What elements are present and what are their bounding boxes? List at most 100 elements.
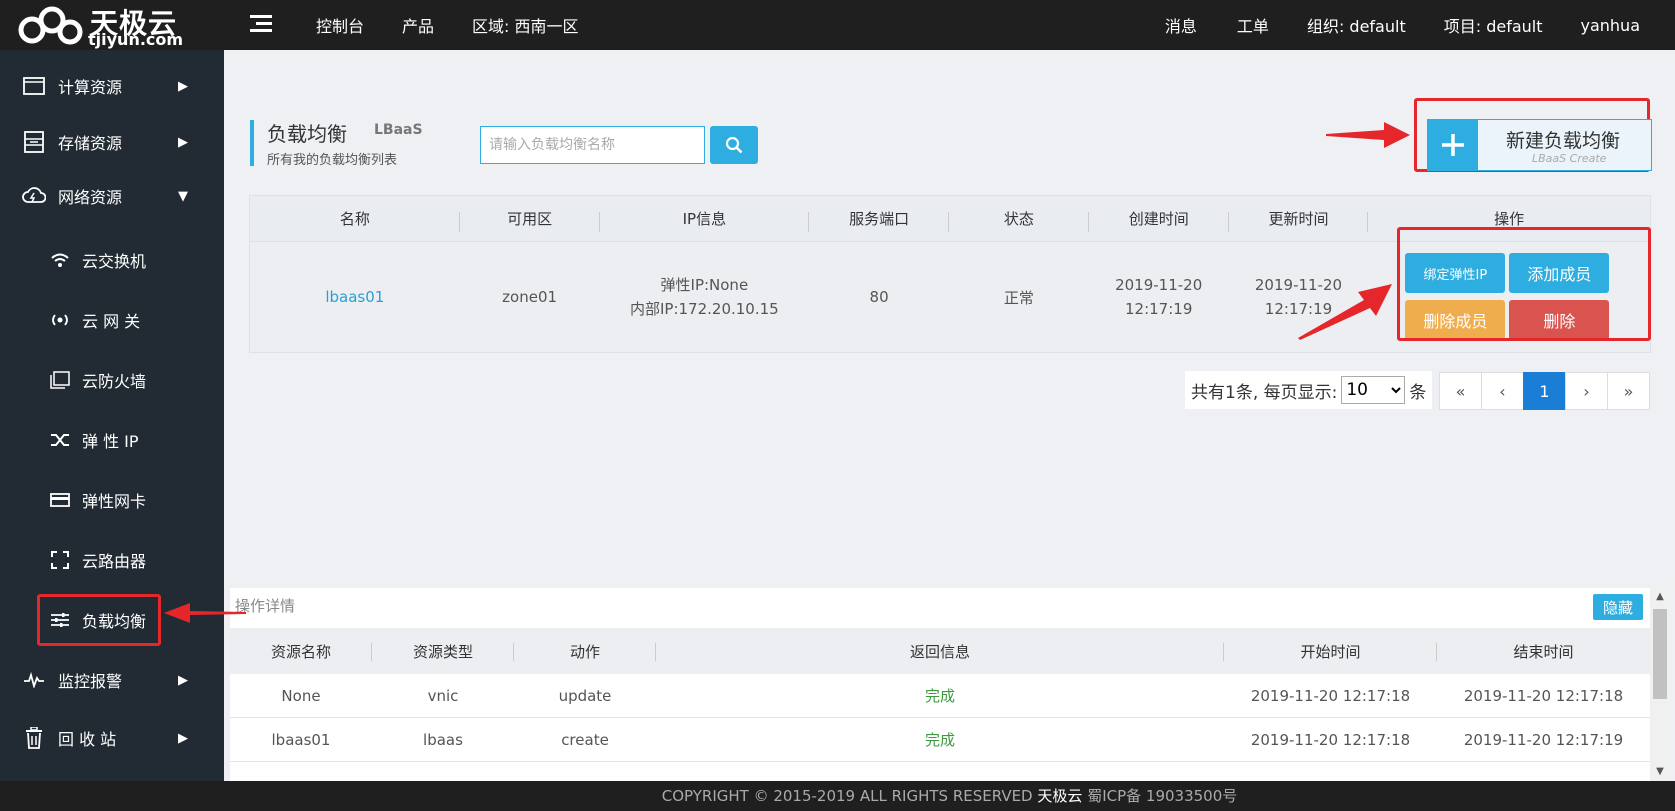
chevron-down-icon: ▼ (178, 188, 188, 204)
column-header: 结束时间 (1513, 642, 1574, 661)
sidebar-item-label: 网络资源 (58, 188, 123, 207)
chevron-right-icon: ▶ (178, 672, 188, 688)
lb-name-link[interactable]: lbaas01 (325, 288, 384, 306)
operation-details-panel: 操作详情 隐藏 资源名称 资源类型 动作 返回信息 开始时间 结束时间 None… (230, 588, 1650, 781)
trash-icon (22, 726, 46, 750)
end-time: 2019-11-20 12:17:18 (1463, 686, 1624, 705)
column-header: 名称 (250, 208, 460, 232)
chevron-right-icon: ▶ (178, 730, 188, 746)
menu-toggle-icon[interactable] (250, 15, 272, 33)
sidebar-item-router[interactable]: 云路由器 (0, 532, 224, 588)
end-time: 2019-11-20 12:17:19 (1463, 730, 1624, 749)
create-button-sublabel: LBaaS Create (1532, 152, 1607, 165)
page-size-select[interactable]: 10 (1341, 376, 1406, 404)
title-accent-bar (250, 120, 254, 166)
nav-region[interactable]: 区域: 西南一区 (472, 13, 578, 37)
lb-eip: 弹性IP:None (660, 276, 749, 294)
created-date: 2019-11-20 (1115, 276, 1203, 294)
sidebar-item-switch[interactable]: 云交换机 (0, 232, 224, 288)
annotation-arrow-icon (1326, 122, 1410, 148)
nav-console[interactable]: 控制台 (316, 13, 364, 37)
pagination: « ‹ 1 › » (1439, 372, 1650, 410)
resource-action: create (561, 730, 609, 749)
resource-type: lbaas (423, 730, 463, 749)
annotation-arrow-icon (164, 603, 246, 623)
column-header: 开始时间 (1224, 641, 1437, 662)
scroll-down-icon[interactable]: ▼ (1650, 763, 1670, 781)
footer: COPYRIGHT © 2015-2019 ALL RIGHTS RESERVE… (0, 781, 1675, 811)
column-header: 更新时间 (1229, 208, 1369, 232)
sidebar-item-label: 云 网 关 (82, 312, 141, 331)
nav-products[interactable]: 产品 (402, 13, 434, 37)
shuffle-icon (48, 428, 72, 452)
nav-tickets[interactable]: 工单 (1237, 13, 1269, 37)
logo[interactable]: 天极云 tjiyun.com (18, 2, 184, 49)
footer-copyright: COPYRIGHT © 2015-2019 ALL RIGHTS RESERVE… (661, 787, 1033, 805)
footer-brand: 天极云 (1037, 787, 1083, 805)
table-row: lbaas01 lbaas create 完成 2019-11-20 12:17… (230, 718, 1650, 762)
lb-created-time: 2019-11-20 12:17:19 (1089, 273, 1229, 321)
sidebar-item-eip[interactable]: 弹 性 IP (0, 412, 224, 468)
prev-page-button[interactable]: ‹ (1481, 372, 1524, 410)
sidebar-item-label: 弹性网卡 (82, 492, 147, 511)
lb-port: 80 (869, 288, 889, 306)
main-content: 负载均衡 LBaaS 所有我的负载均衡列表 新建负载均衡 LBaaS Creat… (164, 50, 1675, 781)
storage-icon (22, 130, 46, 154)
sidebar-item-compute[interactable]: 计算资源 ▶ (0, 58, 224, 114)
logo-domain-text: tjiyun.com (88, 30, 184, 49)
sidebar-item-label: 监控报警 (58, 672, 123, 691)
sidebar-item-label: 云路由器 (82, 552, 147, 571)
sidebar-item-recycle-bin[interactable]: 回 收 站 ▶ (0, 710, 224, 766)
scrollbar-thumb[interactable] (1653, 609, 1667, 699)
pulse-icon (22, 668, 46, 692)
search-icon (725, 136, 743, 154)
column-header: 操作 (1494, 210, 1525, 228)
search-button[interactable] (710, 126, 758, 164)
resource-name: None (281, 686, 321, 705)
sidebar-item-nic[interactable]: 弹性网卡 (0, 472, 224, 528)
column-header: 资源名称 (230, 641, 372, 662)
card-icon (48, 488, 72, 512)
search-input[interactable] (480, 126, 705, 164)
window-icon (48, 368, 72, 392)
logo-mark-icon (18, 6, 83, 45)
expand-icon (48, 548, 72, 572)
page-description: 所有我的负载均衡列表 (267, 153, 398, 168)
details-scrollbar[interactable]: ▲ ▼ (1650, 588, 1670, 781)
nav-project[interactable]: 项目: default (1444, 13, 1543, 37)
annotation-highlight-box (37, 594, 161, 646)
broadcast-icon (48, 308, 72, 332)
sidebar-item-monitoring[interactable]: 监控报警 ▶ (0, 652, 224, 708)
next-page-button[interactable]: › (1565, 372, 1608, 410)
nav-user[interactable]: yanhua (1581, 16, 1641, 35)
column-header: 状态 (949, 208, 1089, 232)
last-page-button[interactable]: » (1607, 372, 1650, 410)
sidebar-item-label: 云交换机 (82, 252, 147, 271)
annotation-highlight-box (1397, 227, 1651, 341)
first-page-button[interactable]: « (1439, 372, 1482, 410)
created-time: 12:17:19 (1125, 300, 1193, 318)
resource-type: vnic (427, 686, 459, 705)
footer-icp: 蜀ICP备 19033500号 (1087, 787, 1238, 805)
page-subtitle: LBaaS (374, 122, 423, 138)
status-badge: 正常 (1003, 288, 1034, 307)
sidebar-item-firewall[interactable]: 云防火墙 (0, 352, 224, 408)
sidebar-item-label: 云防火墙 (82, 372, 147, 391)
chevron-right-icon: ▶ (178, 134, 188, 150)
nav-messages[interactable]: 消息 (1165, 13, 1197, 37)
table-row: None vnic update 完成 2019-11-20 12:17:18 … (230, 674, 1650, 718)
page-title: 负载均衡 (267, 122, 347, 146)
sidebar-item-storage[interactable]: 存储资源 ▶ (0, 114, 224, 170)
column-header: IP信息 (600, 208, 810, 232)
sidebar-item-label: 回 收 站 (58, 730, 117, 749)
nav-organization[interactable]: 组织: default (1307, 13, 1406, 37)
lb-internal-ip: 内部IP:172.20.10.15 (629, 300, 779, 318)
sidebar-item-gateway[interactable]: 云 网 关 (0, 292, 224, 348)
sidebar-item-network[interactable]: 网络资源 ▼ (0, 168, 224, 224)
column-header: 返回信息 (656, 641, 1224, 662)
hide-details-button[interactable]: 隐藏 (1593, 594, 1643, 620)
create-lbaas-button[interactable]: 新建负载均衡 LBaaS Create (1427, 119, 1652, 171)
page-button-current[interactable]: 1 (1523, 372, 1566, 410)
scroll-up-icon[interactable]: ▲ (1650, 588, 1670, 606)
sidebar-item-label: 计算资源 (58, 78, 123, 97)
